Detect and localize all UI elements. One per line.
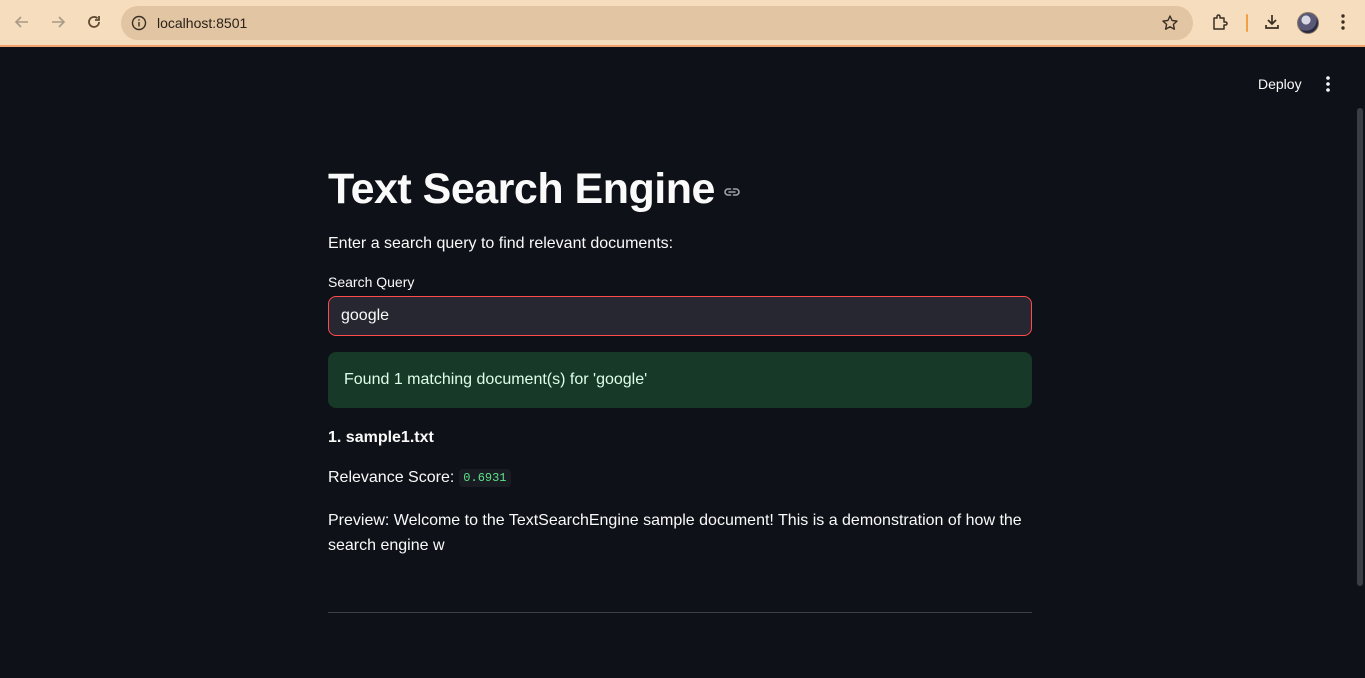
extensions-icon[interactable]	[1208, 10, 1232, 34]
profile-avatar[interactable]	[1297, 12, 1319, 34]
back-icon[interactable]	[8, 8, 36, 36]
info-icon[interactable]	[129, 13, 149, 33]
address-bar[interactable]: localhost:8501	[121, 6, 1193, 40]
app-menu-icon[interactable]	[1318, 72, 1338, 96]
browser-toolbar: localhost:8501	[0, 0, 1365, 47]
url-text[interactable]: localhost:8501	[157, 15, 247, 31]
alert-text: Found 1 matching document(s) for 'google…	[344, 371, 648, 388]
result-preview: Preview: Welcome to the TextSearchEngine…	[328, 512, 1022, 554]
relevance-score-value: 0.6931	[459, 469, 511, 487]
intro-text: Enter a search query to find relevant do…	[328, 235, 674, 252]
star-icon[interactable]	[1159, 12, 1181, 34]
search-input[interactable]	[328, 296, 1032, 336]
forward-icon[interactable]	[44, 8, 72, 36]
score-label: Relevance Score:	[328, 469, 455, 486]
chrome-menu-icon[interactable]	[1333, 10, 1353, 34]
deploy-button[interactable]: Deploy	[1248, 72, 1312, 96]
result-title: 1. sample1.txt	[328, 429, 434, 446]
anchor-link-icon[interactable]	[723, 183, 741, 201]
reload-icon[interactable]	[80, 8, 108, 36]
download-icon[interactable]	[1260, 10, 1284, 34]
search-label: Search Query	[328, 274, 415, 290]
relevance-score-row: Relevance Score: 0.6931	[328, 469, 1032, 487]
divider	[328, 612, 1032, 613]
main-content: Text Search Engine Enter a search query …	[328, 160, 1032, 558]
page-scrollbar[interactable]	[1357, 108, 1363, 586]
page-title: Text Search Engine	[328, 164, 715, 213]
toolbar-separator	[1246, 14, 1248, 32]
title-row: Text Search Engine	[328, 160, 1032, 218]
success-alert: Found 1 matching document(s) for 'google…	[328, 352, 1032, 408]
